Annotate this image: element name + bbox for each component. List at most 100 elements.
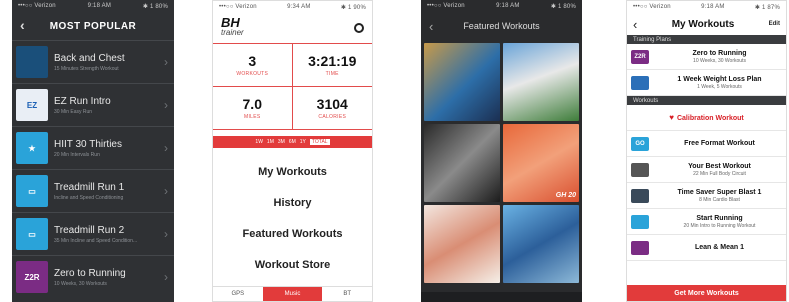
stat-value: 3:21:19	[308, 53, 357, 69]
tab-gps[interactable]: GPS	[213, 291, 263, 297]
get-more-workouts-button[interactable]: Get More Workouts	[627, 285, 786, 301]
nav-bar: ‹ MOST POPULAR	[12, 12, 174, 40]
nav-bar: ‹ My Workouts Edit	[627, 13, 786, 35]
item-subtitle: 35 Min Incline and Speed Condition...	[54, 237, 138, 244]
list-item[interactable]: EZ EZ Run Intro 30 Min Easy Run ›	[12, 83, 174, 126]
tab-music[interactable]: Music	[262, 287, 323, 301]
item-title: EZ Run Intro	[54, 95, 111, 107]
battery: ✱ 1 90%	[340, 4, 366, 11]
workout-name: Start Running	[696, 214, 743, 222]
workout-text: 1 Week Weight Loss Plan 1 Week, 5 Workout…	[653, 76, 786, 90]
featured-workout-tile[interactable]	[424, 205, 500, 283]
treadmill-icon: ▭	[16, 218, 48, 250]
treadmill-icon: ▭	[16, 175, 48, 207]
menu-item[interactable]: Featured Workouts	[213, 218, 372, 249]
workout-row[interactable]: Time Saver Super Blast 18 Min Cardio Bla…	[627, 183, 786, 209]
chevron-right-icon: ›	[164, 184, 168, 198]
plans-list: Z2R Zero to Running 10 Weeks, 30 Workouts 1…	[627, 44, 786, 96]
stat-cell: 3104 CALORIES	[292, 87, 372, 130]
status-bar: •••○○ Verizon 9:18 AM ✱ 1 80%	[421, 0, 582, 12]
workout-name: Free Format Workout	[684, 140, 755, 147]
item-title: Back and Chest	[54, 52, 125, 64]
tab-bluetooth[interactable]: BT	[322, 291, 372, 297]
workout-row[interactable]: Z2R Zero to Running 10 Weeks, 30 Workouts	[627, 44, 786, 70]
battery: ✱ 1 80%	[550, 3, 576, 10]
workout-text: Start Running 20 Min Intro to Running Wor…	[653, 215, 786, 229]
phone-dashboard: •••○○ Verizon 9:34 AM ✱ 1 90% BH trainer…	[212, 0, 373, 302]
chevron-right-icon: ›	[164, 55, 168, 69]
workout-row[interactable]: ♥ Calibration Workout	[627, 105, 786, 131]
bh-logo: BH trainer	[221, 16, 244, 38]
back-chevron-icon[interactable]: ‹	[429, 19, 433, 34]
list-item-text: Back and Chest 15 Minutes Strength Workou…	[54, 53, 164, 72]
workout-thumb-icon	[631, 188, 649, 203]
period-option[interactable]: TOTAL	[309, 139, 330, 145]
brand-sub: trainer	[221, 28, 244, 37]
period-option[interactable]: 1W	[255, 139, 263, 145]
list-item[interactable]: Z2R Zero to Running 10 Weeks, 30 Workouts ›	[12, 255, 174, 298]
featured-workout-tile[interactable]: GH 20	[503, 124, 579, 202]
featured-workout-tile[interactable]	[503, 43, 579, 121]
workout-row[interactable]: Lean & Mean 1	[627, 235, 786, 261]
brand-bar: BH trainer	[213, 13, 372, 43]
list-item[interactable]: ★ HIIT 30 Thirties 20 Min Intervals Run ›	[12, 126, 174, 169]
workout-thumb-icon	[631, 214, 649, 229]
stat-cell: 7.0 MILES	[213, 87, 293, 130]
main-menu: My Workouts History Featured Workouts Worko…	[213, 156, 372, 280]
item-title: Treadmill Run 1	[54, 181, 125, 193]
list-item-text: Treadmill Run 2 35 Min Incline and Speed …	[54, 225, 164, 244]
star-icon: ★	[16, 132, 48, 164]
item-subtitle: 30 Min Easy Run	[54, 108, 93, 115]
workout-row[interactable]: 1 Week Weight Loss Plan 1 Week, 5 Workout…	[627, 70, 786, 96]
bottom-bar	[421, 292, 582, 302]
workout-name: Lean & Mean 1	[694, 244, 744, 251]
menu-item[interactable]: My Workouts	[213, 156, 372, 187]
list-item-text: HIIT 30 Thirties 20 Min Intervals Run	[54, 139, 164, 158]
workout-thumb-icon: Z2R	[631, 49, 649, 64]
nav-bar: ‹ Featured Workouts	[421, 12, 582, 40]
period-option[interactable]: 1M	[267, 139, 274, 145]
list-item[interactable]: ▭ Treadmill Run 1 Incline and Speed Condit…	[12, 169, 174, 212]
featured-grid: GH 20	[421, 40, 582, 286]
dumbbell-thumb	[16, 46, 48, 78]
period-option[interactable]: 1Y	[300, 139, 306, 145]
workout-subtitle: 22 Min Full Body Circuit	[693, 170, 746, 177]
settings-gear-icon[interactable]	[354, 23, 364, 33]
workout-subtitle: 8 Min Cardio Blast	[699, 196, 740, 203]
workout-row[interactable]: Your Best Workout 22 Min Full Body Circui…	[627, 157, 786, 183]
workout-thumb-icon	[631, 240, 649, 255]
featured-workout-tile[interactable]	[424, 124, 500, 202]
menu-item[interactable]: History	[213, 187, 372, 218]
workout-text: Your Best Workout 22 Min Full Body Circui…	[653, 163, 786, 177]
workout-name: Zero to Running	[692, 49, 747, 57]
page-title: Featured Workouts	[463, 21, 540, 31]
back-chevron-icon[interactable]: ‹	[633, 17, 637, 32]
list-item[interactable]: Back and Chest 15 Minutes Strength Workou…	[12, 40, 174, 83]
back-chevron-icon[interactable]: ‹	[20, 17, 25, 33]
stats-grid: 3 WORKOUTS 3:21:19 TIME 7.0 MILES 3104 CALORIES	[213, 43, 372, 130]
carrier: •••○○ Verizon	[18, 3, 56, 9]
period-option[interactable]: 6M	[289, 139, 296, 145]
item-subtitle: 20 Min Intervals Run	[54, 151, 100, 158]
workout-subtitle: 20 Min Intro to Running Workout	[683, 222, 756, 229]
workout-title: Calibration Workout	[676, 115, 744, 122]
section-header-plans: Training Plans	[627, 35, 786, 44]
phone-my-workouts: •••○○ Verizon 9:18 AM ✱ 1 87% ‹ My Worko…	[626, 0, 787, 302]
workout-row[interactable]: Start Running 20 Min Intro to Running Wor…	[627, 209, 786, 235]
page-title: MOST POPULAR	[49, 20, 137, 32]
phone-featured: •••○○ Verizon 9:18 AM ✱ 1 80% ‹ Featured…	[421, 0, 582, 302]
workout-thumb-icon	[631, 162, 649, 177]
menu-item[interactable]: Workout Store	[213, 249, 372, 280]
featured-workout-tile[interactable]	[503, 205, 579, 283]
stat-value: 7.0	[242, 96, 262, 112]
workout-row[interactable]: GO Free Format Workout	[627, 131, 786, 157]
featured-workout-tile[interactable]	[424, 43, 500, 121]
edit-button[interactable]: Edit	[769, 21, 780, 27]
item-subtitle: 15 Minutes Strength Workout	[54, 65, 119, 72]
bottom-tab-bar: GPS Music BT	[213, 286, 372, 301]
workout-text: ♥ Calibration Workout	[627, 113, 786, 122]
list-item[interactable]: ▭ Treadmill Run 2 35 Min Incline and Speed…	[12, 212, 174, 255]
workout-thumb-icon: GO	[631, 136, 649, 151]
period-option[interactable]: 3M	[278, 139, 285, 145]
stat-cell: 3 WORKOUTS	[213, 44, 293, 87]
